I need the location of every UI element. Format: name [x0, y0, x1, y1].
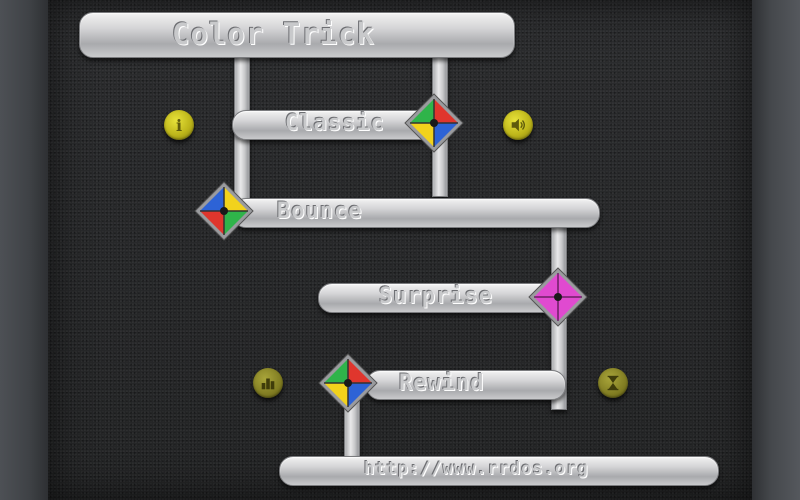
url-bar[interactable]: http://www.rrdos.org: [279, 456, 719, 486]
hourglass-icon: [607, 375, 619, 391]
surprise-gem-button[interactable]: [527, 266, 589, 328]
speaker-icon: [511, 118, 525, 132]
left-bezel: [0, 0, 48, 500]
title-bar: Color Trick: [79, 12, 515, 58]
info-icon: i: [175, 115, 183, 135]
bounce-bar[interactable]: Bounce: [232, 198, 600, 228]
classic-gem-icon: [404, 93, 464, 153]
surprise-label: Surprise: [379, 284, 493, 309]
bounce-gem-button[interactable]: [193, 180, 255, 242]
scores-button[interactable]: [253, 368, 283, 398]
rewind-bar[interactable]: Rewind: [366, 370, 566, 400]
classic-gem-button[interactable]: [403, 92, 465, 154]
game-title: Color Trick: [172, 17, 376, 51]
right-bezel: [752, 0, 800, 500]
timer-button[interactable]: [598, 368, 628, 398]
info-button[interactable]: i: [164, 110, 194, 140]
website-link[interactable]: http://www.rrdos.org: [364, 459, 589, 479]
bounce-gem-icon: [194, 181, 254, 241]
classic-label: Classic: [285, 111, 385, 136]
game-board: Color Trick Classic Bounce Surprise Rewi…: [48, 0, 752, 500]
rewind-gem-button[interactable]: [317, 352, 379, 414]
scores-icon: [261, 378, 275, 390]
surprise-gem-icon: [528, 267, 588, 327]
rewind-gem-icon: [318, 353, 378, 413]
sound-button[interactable]: [503, 110, 533, 140]
rewind-label: Rewind: [399, 371, 485, 396]
bounce-label: Bounce: [277, 199, 363, 224]
